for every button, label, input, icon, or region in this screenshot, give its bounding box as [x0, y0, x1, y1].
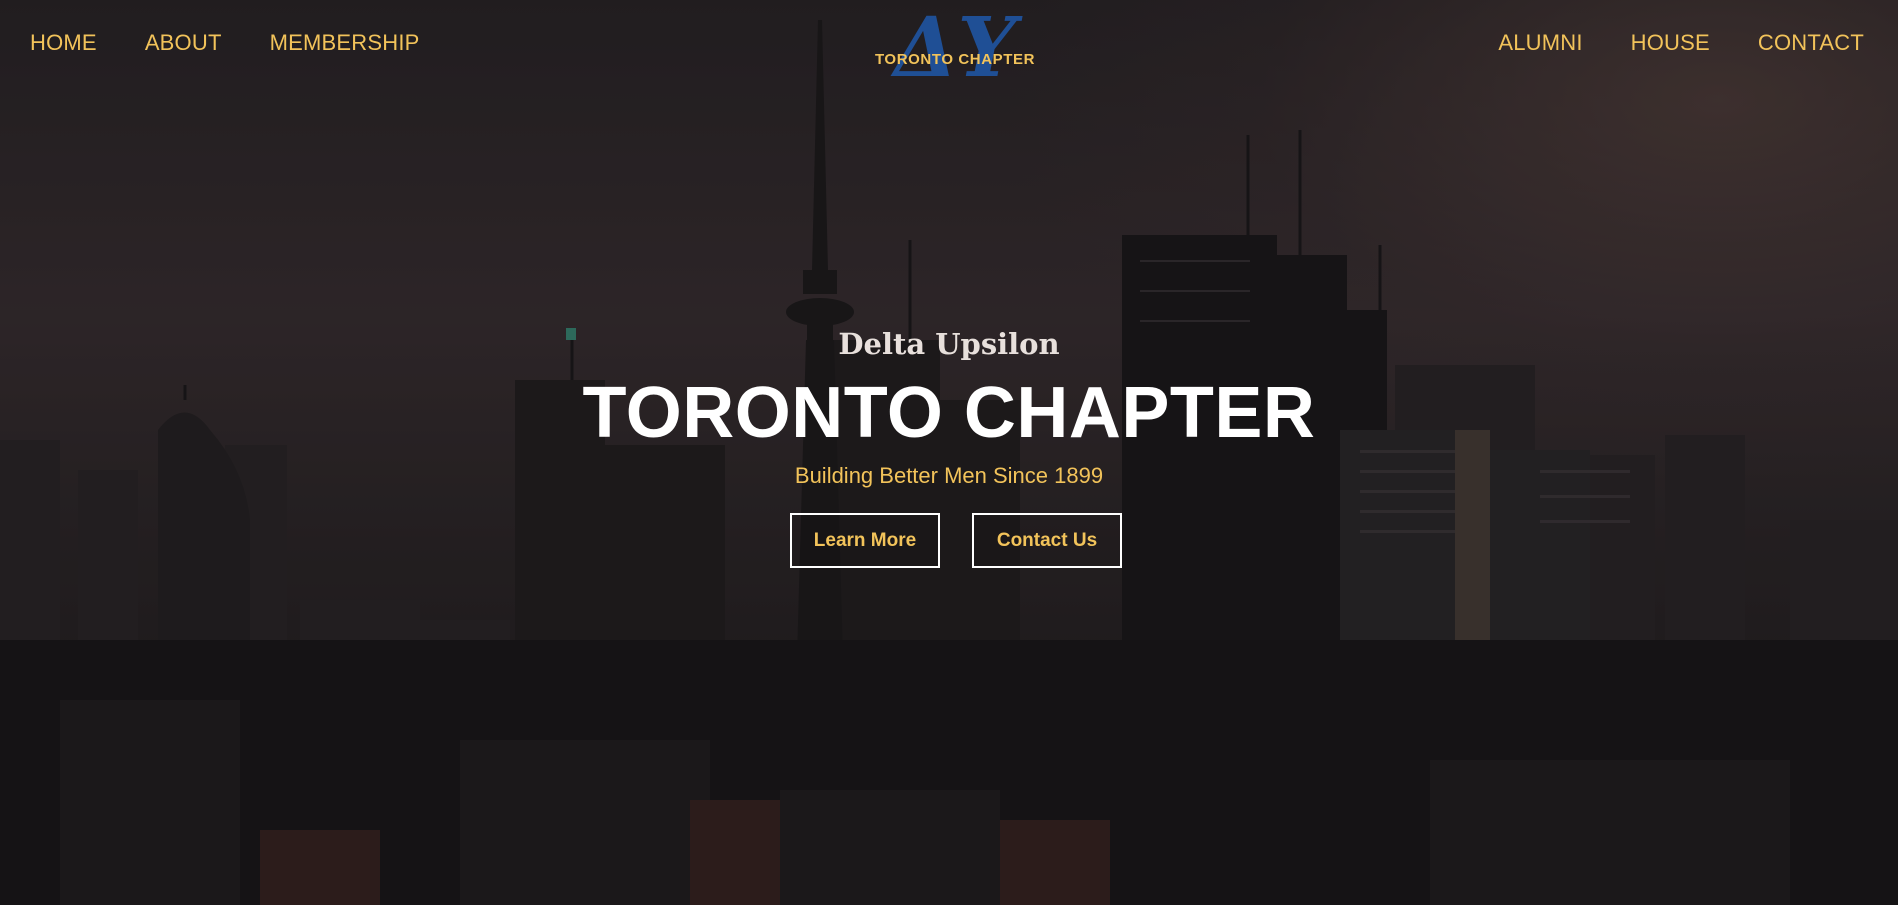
learn-more-button[interactable]: Learn More — [790, 513, 940, 568]
main-navigation: HOME ABOUT MEMBERSHIP ΔΥ TORONTO CHAPTER… — [0, 0, 1898, 96]
delta-upsilon-logo-icon: ΔΥ — [890, 0, 1024, 96]
contact-us-button[interactable]: Contact Us — [972, 513, 1122, 568]
nav-contact[interactable]: CONTACT — [1758, 32, 1864, 54]
nav-house[interactable]: HOUSE — [1631, 32, 1710, 54]
hero-buttons: Learn More Contact Us — [0, 513, 1898, 568]
hero-title: TORONTO CHAPTER — [582, 373, 1316, 453]
logo-glyph: ΔΥ — [890, 8, 1024, 88]
hero-content: Delta Upsilon TORONTO CHAPTER Building B… — [0, 330, 1898, 568]
nav-membership[interactable]: MEMBERSHIP — [270, 32, 420, 54]
hero-pre-title: Delta Upsilon — [838, 327, 1060, 361]
nav-right-group: ALUMNI HOUSE CONTACT — [1498, 32, 1864, 54]
logo-text: TORONTO CHAPTER — [874, 51, 1036, 68]
hero-tagline: Building Better Men Since 1899 — [794, 463, 1104, 488]
nav-about[interactable]: ABOUT — [145, 32, 222, 54]
nav-alumni[interactable]: ALUMNI — [1498, 32, 1582, 54]
chapter-logo[interactable]: ΔΥ TORONTO CHAPTER — [865, 0, 1045, 96]
nav-left-group: HOME ABOUT MEMBERSHIP — [30, 32, 420, 54]
nav-home[interactable]: HOME — [30, 32, 97, 54]
hero-section: HOME ABOUT MEMBERSHIP ΔΥ TORONTO CHAPTER… — [0, 0, 1898, 905]
